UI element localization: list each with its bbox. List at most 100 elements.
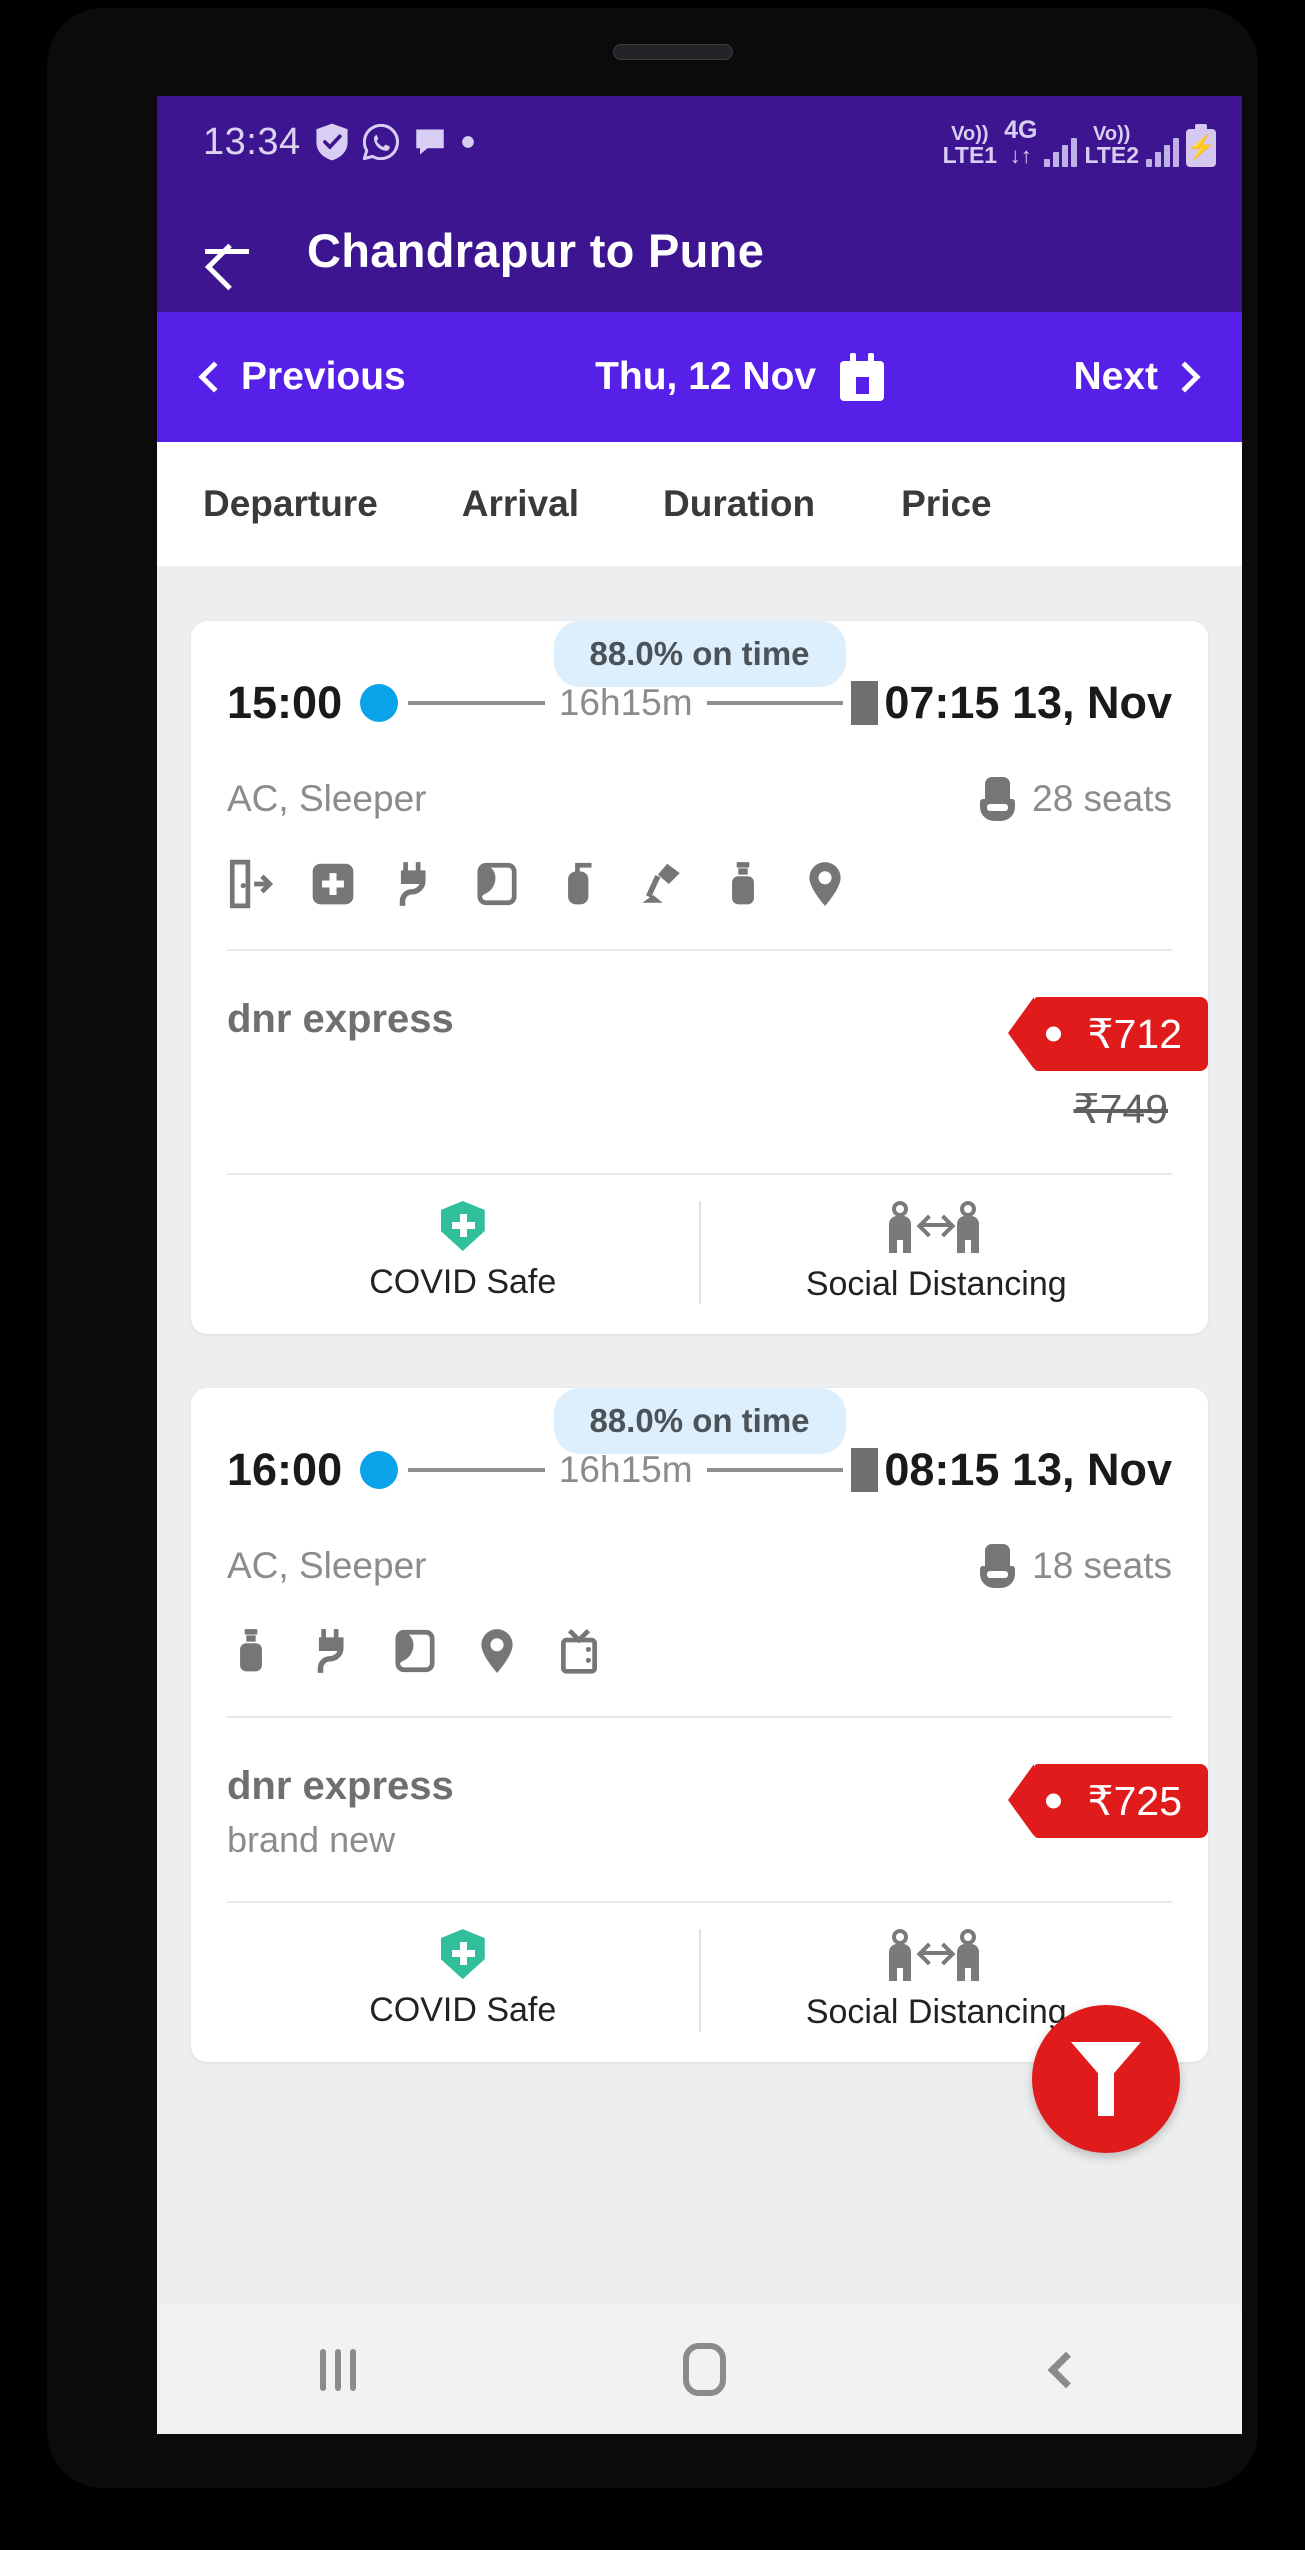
covid-safe-badge: COVID Safe xyxy=(227,1201,699,1304)
on-time-badge: 88.0% on time xyxy=(553,1388,846,1455)
price-tag-hole xyxy=(1045,1793,1061,1809)
message-icon xyxy=(413,127,447,157)
status-bar-left: 13:34 xyxy=(203,121,475,164)
seat-icon xyxy=(980,1544,1016,1589)
amenities-row xyxy=(227,825,1172,949)
bus-card[interactable]: 88.0% on time 16:00 16h15m 08:15 13, Nov xyxy=(191,1388,1208,2063)
departure-time: 15:00 xyxy=(227,677,343,728)
seats-available: 28 seats xyxy=(980,777,1172,821)
back-icon[interactable] xyxy=(1047,2351,1085,2388)
current-price: ₹725 xyxy=(1087,1778,1183,1825)
covid-safe-badge: COVID Safe xyxy=(227,1929,699,2032)
operator-price-row: dnr express ₹712 ₹749 xyxy=(227,951,1208,1173)
sort-duration[interactable]: Duration xyxy=(663,483,815,525)
social-distancing-label: Social Distancing xyxy=(805,1993,1067,2032)
phone-screen: 13:34 Vo)) LTE1 4G ↓↑ Vo)) LTE2 ⚡ Chandr… xyxy=(157,96,1242,2434)
filter-funnel-icon xyxy=(1071,2042,1141,2116)
arrival-marker-icon xyxy=(851,681,879,725)
safety-badges-row: COVID Safe Social Distancing xyxy=(227,1903,1172,2062)
operator-price-row: dnr express brand new ₹725 xyxy=(227,1718,1208,1901)
operator-name: dnr express xyxy=(227,1764,454,1809)
covid-safe-label: COVID Safe xyxy=(369,1991,557,2030)
signal-bars-sim2 xyxy=(1146,137,1179,167)
operator-name: dnr express xyxy=(227,997,454,1041)
first-aid-kit-icon xyxy=(309,859,357,909)
covid-shield-icon xyxy=(440,1929,485,1980)
date-navigation-bar: Previous Thu, 12 Nov Next xyxy=(157,312,1242,442)
recents-icon[interactable] xyxy=(320,2348,357,2391)
price-tag[interactable]: ₹712 xyxy=(1007,997,1208,1071)
dot-icon xyxy=(461,135,475,149)
departure-time: 16:00 xyxy=(227,1444,343,1496)
fire-extinguisher-icon xyxy=(555,859,603,909)
arrival-time: 08:15 13, Nov xyxy=(884,1444,1173,1496)
original-price: ₹749 xyxy=(1073,1086,1169,1132)
android-navigation-bar xyxy=(157,2305,1242,2434)
phone-body: 13:34 Vo)) LTE1 4G ↓↑ Vo)) LTE2 ⚡ Chandr… xyxy=(47,8,1258,2488)
bus-type-row: AC, Sleeper 28 seats xyxy=(227,737,1172,825)
bus-type-label: AC, Sleeper xyxy=(227,778,427,819)
bus-results-list[interactable]: 88.0% on time 15:00 16h15m 07:15 13, Nov xyxy=(157,566,1242,2305)
sort-departure[interactable]: Departure xyxy=(203,483,378,525)
seats-available: 18 seats xyxy=(980,1544,1172,1589)
social-distancing-icon xyxy=(888,1929,984,1982)
page-title: Chandrapur to Pune xyxy=(307,223,765,277)
charging-point-icon xyxy=(309,1626,357,1676)
volte2-indicator: Vo)) LTE2 xyxy=(1084,122,1139,168)
price-tag[interactable]: ₹725 xyxy=(1007,1764,1208,1839)
live-tracking-icon xyxy=(473,1626,521,1676)
operator-info: dnr express xyxy=(227,997,454,1042)
blanket-icon xyxy=(473,859,521,909)
blanket-icon xyxy=(391,1626,439,1676)
bus-type-row: AC, Sleeper 18 seats xyxy=(227,1504,1172,1592)
amenities-row xyxy=(227,1592,1172,1716)
chevron-left-icon xyxy=(198,361,230,393)
bus-card[interactable]: 88.0% on time 15:00 16h15m 07:15 13, Nov xyxy=(191,621,1208,1335)
signal-bars-sim1 xyxy=(1044,137,1078,167)
seat-icon xyxy=(980,777,1016,821)
back-arrow-icon[interactable] xyxy=(199,222,255,278)
reading-light-icon xyxy=(637,859,685,909)
status-bar: 13:34 Vo)) LTE1 4G ↓↑ Vo)) LTE2 ⚡ xyxy=(157,96,1242,188)
volte1-indicator: Vo)) LTE1 xyxy=(942,122,998,168)
phone-frame: 13:34 Vo)) LTE1 4G ↓↑ Vo)) LTE2 ⚡ Chandr… xyxy=(0,0,1305,2550)
filter-button[interactable] xyxy=(1032,2005,1180,2153)
route-line xyxy=(408,1468,545,1473)
route-line xyxy=(706,701,844,705)
operator-info: dnr express brand new xyxy=(227,1764,454,1861)
status-bar-right: Vo)) LTE1 4G ↓↑ Vo)) LTE2 ⚡ xyxy=(942,117,1216,168)
sort-price[interactable]: Price xyxy=(901,483,992,525)
duration-label: 16h15m xyxy=(558,1449,693,1491)
route-line xyxy=(408,701,545,705)
covid-shield-icon xyxy=(440,1201,485,1251)
social-distancing-badge: Social Distancing xyxy=(698,1201,1173,1305)
previous-date-button[interactable]: Previous xyxy=(198,355,406,399)
live-tracking-icon xyxy=(801,859,849,909)
seats-count-label: 28 seats xyxy=(1032,778,1172,819)
arrival-marker-icon xyxy=(851,1448,879,1493)
bus-type-label: AC, Sleeper xyxy=(227,1545,427,1587)
home-icon[interactable] xyxy=(682,2343,726,2396)
bus-card-body[interactable]: 15:00 16h15m 07:15 13, Nov AC, Sleeper 2… xyxy=(191,621,1208,1335)
operator-subtitle: brand new xyxy=(227,1819,396,1861)
on-time-badge: 88.0% on time xyxy=(553,621,846,687)
water-bottle-icon xyxy=(719,859,767,909)
app-bar: Chandrapur to Pune xyxy=(157,188,1242,312)
previous-label: Previous xyxy=(241,355,406,398)
sort-options-bar: Departure Arrival Duration Price xyxy=(157,442,1242,566)
bus-card-body[interactable]: 16:00 16h15m 08:15 13, Nov AC, Sleeper 1… xyxy=(191,1388,1208,2063)
selected-date-label: Thu, 12 Nov xyxy=(595,355,817,398)
sort-arrival[interactable]: Arrival xyxy=(462,483,579,525)
safety-badges-row: COVID Safe Social Distancing xyxy=(227,1175,1172,1334)
date-picker-button[interactable]: Thu, 12 Nov xyxy=(595,353,885,401)
route-line xyxy=(706,1468,844,1473)
next-date-button[interactable]: Next xyxy=(1073,355,1201,399)
next-label: Next xyxy=(1073,355,1158,398)
whatsapp-icon xyxy=(362,124,399,160)
charging-point-icon xyxy=(391,859,439,909)
arrival-time: 07:15 13, Nov xyxy=(884,677,1173,728)
duration-label: 16h15m xyxy=(558,682,693,723)
water-bottle-icon xyxy=(227,1626,275,1676)
departure-dot-icon xyxy=(360,684,399,722)
emergency-exit-icon xyxy=(227,859,275,909)
